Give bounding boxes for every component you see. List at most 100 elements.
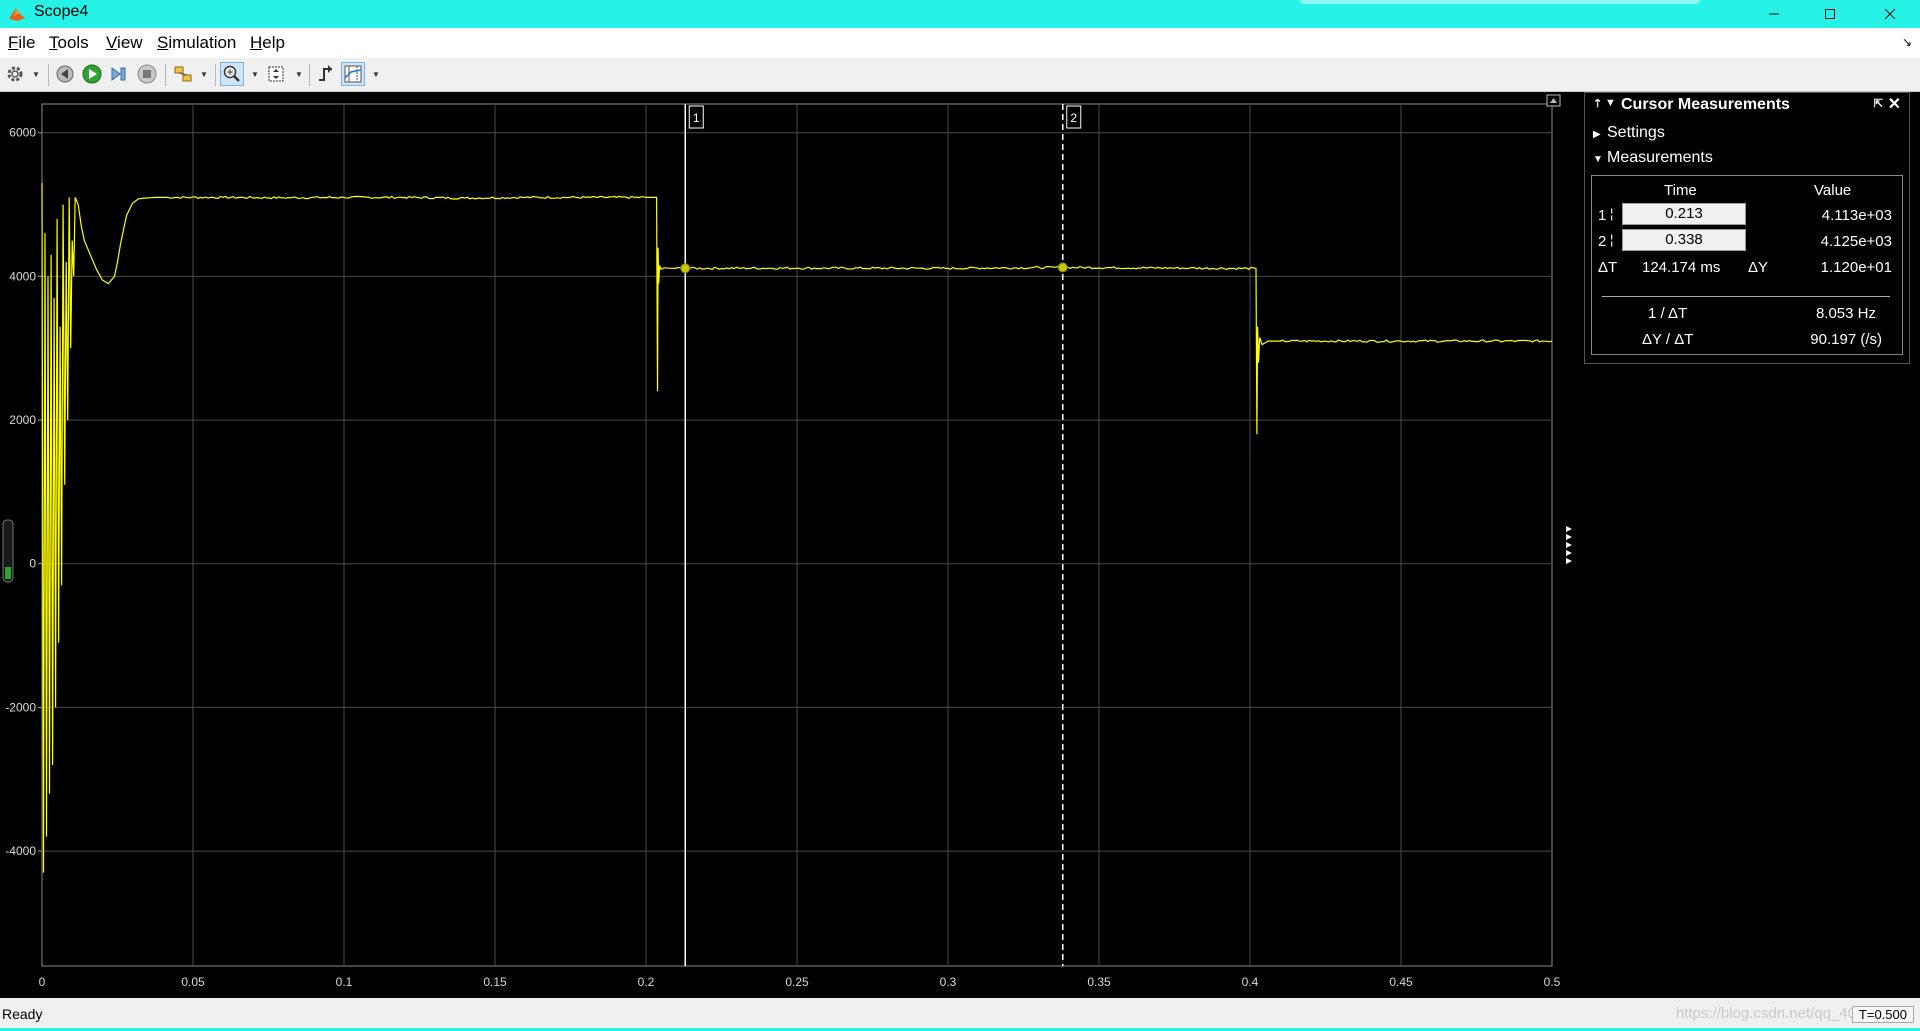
minimize-button[interactable] bbox=[1746, 0, 1802, 28]
y-tick-label: -2000 bbox=[5, 700, 36, 714]
watermark: https://blog.csdn.net/qq_40 bbox=[1675, 1005, 1856, 1022]
pin-icon[interactable]: ⇡ bbox=[1593, 97, 1602, 110]
dashed-cursor-icon: ¦ bbox=[1610, 232, 1614, 247]
x-tick-label: 0.05 bbox=[181, 975, 205, 989]
status-text: Ready bbox=[2, 1006, 43, 1022]
collapse-icon: ▼ bbox=[1593, 154, 1603, 165]
minimize-icon bbox=[1769, 13, 1779, 15]
delta-t-value: 124.174 ms bbox=[1642, 259, 1721, 276]
menu-help[interactable]: Help bbox=[250, 33, 285, 53]
cursor-measurements-button[interactable] bbox=[341, 62, 365, 86]
menu-file[interactable]: File bbox=[8, 33, 35, 53]
maximize-button[interactable] bbox=[1802, 0, 1858, 28]
panel-close-icon[interactable]: ✕ bbox=[1888, 94, 1901, 114]
x-tick-label: 0.25 bbox=[785, 975, 809, 989]
autoscale-icon[interactable] bbox=[1546, 94, 1561, 107]
legend-slider-icon[interactable] bbox=[2, 519, 14, 583]
step-back-button[interactable] bbox=[53, 62, 77, 86]
cursor-2-value: 4.125e+03 bbox=[1820, 233, 1892, 250]
measurements-section[interactable]: ▼ Measurements bbox=[1593, 149, 1713, 167]
delta-y-value: 1.120e+01 bbox=[1820, 259, 1892, 276]
x-tick-label: 0.45 bbox=[1389, 975, 1413, 989]
x-tick-label: 0.3 bbox=[940, 975, 957, 989]
x-tick-label: 0 bbox=[39, 975, 46, 989]
slope-label: ΔY / ΔT bbox=[1642, 331, 1694, 348]
delta-t-label: ΔT bbox=[1598, 259, 1618, 276]
cursor-measurements-panel: ⇡ ▼ Cursor Measurements ⇱ ✕ ▶ Settings ▼ M… bbox=[1584, 92, 1910, 364]
x-tick-label: 0.5 bbox=[1544, 975, 1561, 989]
inverse-dt-value: 8.053 Hz bbox=[1815, 305, 1876, 322]
close-button[interactable] bbox=[1862, 0, 1918, 28]
title-bar-highlight bbox=[1300, 0, 1700, 4]
toolbar-separator bbox=[309, 64, 310, 86]
run-icon bbox=[82, 64, 102, 84]
expand-icon: ▶ bbox=[1593, 129, 1601, 140]
cursor-tag-label: 2 bbox=[1070, 111, 1077, 125]
y-tick-label: 4000 bbox=[9, 269, 36, 283]
cursor-marker[interactable] bbox=[680, 263, 691, 274]
stop-button[interactable] bbox=[135, 62, 159, 86]
window-title: Scope4 bbox=[34, 3, 89, 20]
cursor-1-value: 4.113e+03 bbox=[1821, 207, 1892, 224]
solid-cursor-icon: ¦ bbox=[1610, 206, 1614, 221]
matlab-icon bbox=[9, 8, 25, 21]
x-tick-label: 0.35 bbox=[1087, 975, 1111, 989]
step-back-icon bbox=[56, 65, 74, 83]
menu-view[interactable]: View bbox=[106, 33, 143, 53]
x-tick-label: 0.2 bbox=[638, 975, 655, 989]
panel-collapse-icon[interactable] bbox=[1566, 526, 1572, 564]
dock-arrow-icon[interactable]: ↘ bbox=[1902, 35, 1912, 49]
triggers-icon bbox=[319, 65, 332, 81]
fit-to-view-button[interactable] bbox=[264, 62, 288, 86]
run-button[interactable] bbox=[80, 62, 104, 86]
highlight-button[interactable] bbox=[171, 62, 195, 86]
y-tick-label: 6000 bbox=[9, 126, 36, 140]
triggers-button[interactable] bbox=[314, 62, 338, 86]
delta-y-label: ΔY bbox=[1748, 259, 1769, 276]
toolbar-separator bbox=[215, 64, 216, 86]
fit-dropdown-icon[interactable]: ▼ bbox=[295, 70, 303, 79]
cursor-dropdown-icon[interactable]: ▼ bbox=[372, 70, 380, 79]
y-tick-label: 2000 bbox=[9, 413, 36, 427]
maximize-icon bbox=[1825, 9, 1835, 19]
cursor-measurements-icon bbox=[344, 65, 362, 83]
menu-simulation[interactable]: Simulation bbox=[157, 33, 236, 53]
menu-tools[interactable]: Tools bbox=[49, 33, 89, 53]
inverse-dt-label: 1 / ΔT bbox=[1648, 305, 1688, 322]
undock-icon[interactable]: ⇱ bbox=[1874, 97, 1883, 110]
stop-icon bbox=[137, 64, 157, 84]
cursor-2-time-input[interactable]: 0.338 bbox=[1622, 229, 1746, 251]
toolbar: ▼ ▼ ▼ ▼ ▼ bbox=[0, 58, 1920, 92]
cursor-1-time-input[interactable]: 0.213 bbox=[1622, 203, 1746, 225]
y-tick-label: 0 bbox=[29, 557, 36, 571]
measurements-divider bbox=[1602, 296, 1890, 297]
zoom-in-button[interactable] bbox=[220, 62, 244, 86]
toolbar-separator bbox=[48, 64, 49, 86]
measurements-table: Time Value 1 ¦ 0.213 4.113e+03 2 ¦ 0.338… bbox=[1591, 175, 1903, 355]
panel-title: Cursor Measurements bbox=[1621, 96, 1790, 113]
close-icon bbox=[1884, 8, 1896, 20]
highlight-dropdown-icon[interactable]: ▼ bbox=[200, 70, 208, 79]
step-forward-button[interactable] bbox=[107, 62, 131, 86]
status-bar: Ready https://blog.csdn.net/qq_40 T=0.50… bbox=[0, 998, 1920, 1031]
highlight-icon bbox=[174, 66, 192, 82]
step-forward-icon bbox=[111, 67, 126, 81]
x-tick-label: 0.4 bbox=[1242, 975, 1259, 989]
menu-bar: File Tools View Simulation Help ↘ bbox=[0, 28, 1920, 59]
collapse-panel-icon[interactable]: ▼ bbox=[1605, 97, 1616, 109]
x-tick-label: 0.1 bbox=[336, 975, 353, 989]
cursor-marker[interactable] bbox=[1057, 262, 1068, 273]
x-tick-label: 0.15 bbox=[483, 975, 507, 989]
settings-section[interactable]: ▶ Settings bbox=[1593, 124, 1665, 142]
title-bar: Scope4 bbox=[0, 0, 1920, 28]
simulation-time: T=0.500 bbox=[1851, 1006, 1914, 1023]
zoom-dropdown-icon[interactable]: ▼ bbox=[251, 70, 259, 79]
toolbar-separator bbox=[165, 64, 166, 86]
zoom-in-icon bbox=[223, 65, 240, 82]
settings-dropdown-icon[interactable]: ▼ bbox=[32, 70, 40, 79]
fit-icon bbox=[268, 66, 284, 82]
settings-button[interactable] bbox=[3, 62, 27, 86]
y-tick-label: -4000 bbox=[5, 844, 36, 858]
cursor-tag-label: 1 bbox=[693, 111, 700, 125]
time-header: Time bbox=[1664, 182, 1697, 199]
